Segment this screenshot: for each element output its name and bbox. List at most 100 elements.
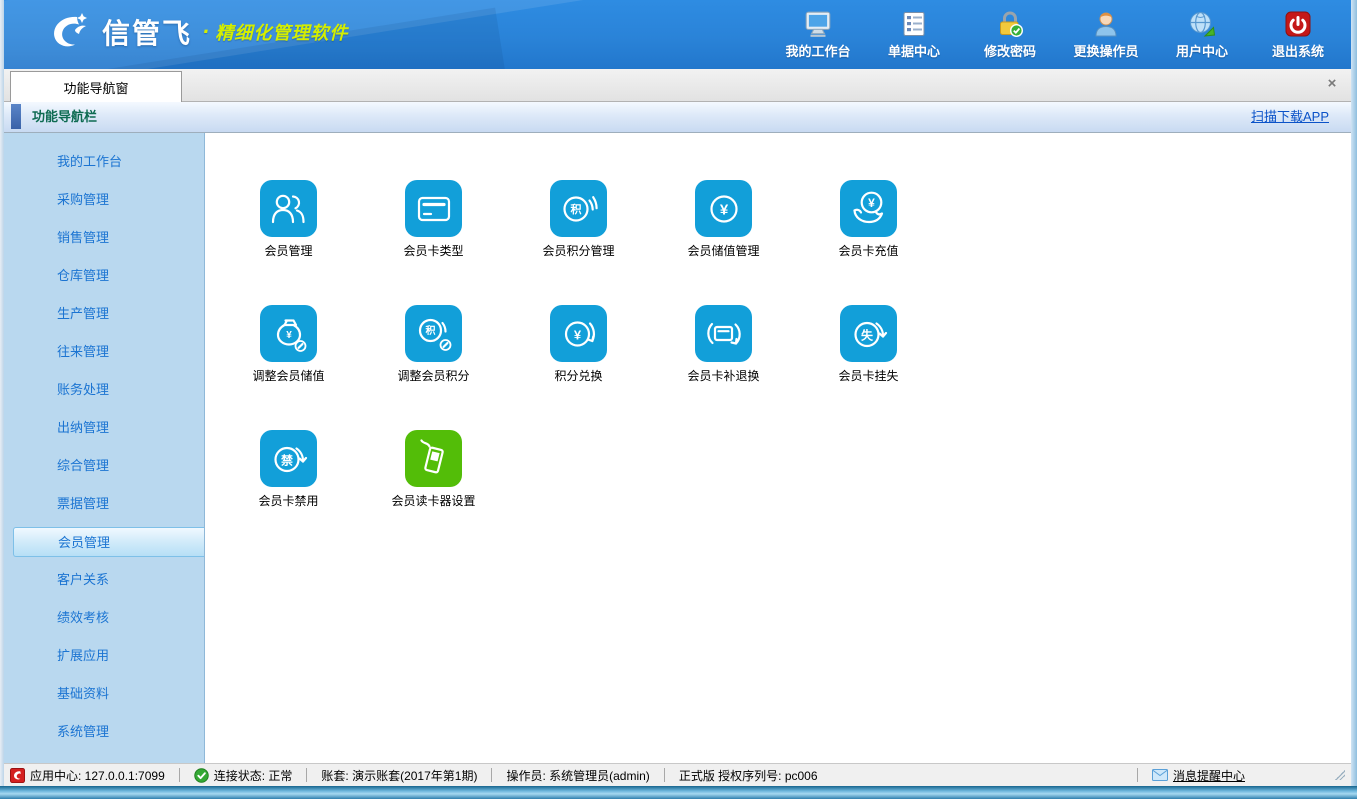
status-separator [1137,768,1138,782]
points-exchange-icon: ¥ [550,305,607,362]
grid-item-member-card-report-loss[interactable]: 失 会员卡挂失 [796,305,941,384]
message-center-link[interactable]: 消息提醒中心 [1173,767,1245,784]
card-disable-icon: 禁 [260,430,317,487]
grid-item-label: 会员卡充值 [838,242,898,259]
adjust-points-icon: 积 [405,305,462,362]
grid-item-label: 调整会员储值 [252,367,324,384]
status-operator: 操作员: 系统管理员(admin) [506,767,649,784]
sidebar-item-cashier[interactable]: 出纳管理 [4,413,204,443]
svg-text:积: 积 [425,323,435,336]
status-bar: 应用中心: 127.0.0.1:7099 连接状态: 正常 账套: 演示账套(2… [4,763,1351,786]
grid-item-label: 会员读卡器设置 [391,492,475,509]
sidebar-item-sales[interactable]: 销售管理 [4,223,204,253]
sidebar-item-transactions[interactable]: 往来管理 [4,337,204,367]
status-separator [306,768,307,782]
workstation-monitor-icon [803,8,833,38]
svg-text:¥: ¥ [573,327,581,342]
grid-item-member-points-management[interactable]: 积 会员积分管理 [506,180,651,259]
card-replace-icon [695,305,752,362]
toolbar-exit-system[interactable]: 退出系统 [1263,8,1333,60]
window-border-bottom [0,786,1357,799]
grid-item-adjust-member-stored-value[interactable]: ¥ 调整会员储值 [216,305,361,384]
sidebar-item-system[interactable]: 系统管理 [4,717,204,747]
svg-text:¥: ¥ [286,330,292,341]
stored-value-icon: ¥ [695,180,752,237]
member-card-icon [405,180,462,237]
toolbar-label: 我的工作台 [785,41,850,60]
card-loss-icon: 失 [840,305,897,362]
status-license: 正式版 授权序列号: pc006 [679,767,818,784]
status-separator [664,768,665,782]
grid-item-label: 会员卡禁用 [258,492,318,509]
status-license-text: 正式版 授权序列号: pc006 [679,767,818,784]
adjust-stored-value-icon: ¥ [260,305,317,362]
toolbar-label: 单据中心 [888,41,940,60]
grid-item-label: 会员管理 [264,242,312,259]
members-icon [260,180,317,237]
brand-separator: · [202,19,209,45]
toolbar-document-center[interactable]: 单据中心 [879,8,949,60]
toolbar-switch-operator[interactable]: 更换操作员 [1071,8,1141,60]
status-account-set-text: 账套: 演示账套(2017年第1期) [321,767,477,784]
nav-header: 功能导航栏 扫描下载APP [4,102,1351,133]
grid-item-member-card-disable[interactable]: 禁 会员卡禁用 [216,430,361,509]
brand-swoosh-icon [46,10,92,54]
sidebar-item-base-data[interactable]: 基础资料 [4,679,204,709]
brand-subtitle: 精细化管理软件 [215,19,348,45]
sidebar-item-invoices[interactable]: 票据管理 [4,489,204,519]
grid-item-member-card-recharge[interactable]: ¥ 会员卡充值 [796,180,941,259]
sidebar-item-comprehensive[interactable]: 综合管理 [4,451,204,481]
svg-text:失: 失 [860,327,873,342]
svg-text:¥: ¥ [719,201,728,218]
user-center-globe-icon [1188,8,1216,38]
brand-name: 信管飞 [102,12,192,52]
status-app-center-text: 应用中心: 127.0.0.1:7099 [30,767,165,784]
grid-item-member-card-reader-settings[interactable]: 会员读卡器设置 [361,430,506,509]
grid-item-member-card-replace[interactable]: 会员卡补退换 [651,305,796,384]
sidebar-item-membership[interactable]: 会员管理 [13,527,204,557]
card-recharge-icon: ¥ [840,180,897,237]
toolbar-my-workbench[interactable]: 我的工作台 [783,8,853,60]
main-content: 会员管理 会员卡类型 [205,133,1351,763]
sidebar-item-my-workbench[interactable]: 我的工作台 [4,147,204,177]
grid-row-1: 会员管理 会员卡类型 [216,180,1351,259]
top-toolbar: 我的工作台 单据中心 [783,8,1333,60]
grid-item-label: 积分兑换 [554,367,602,384]
status-account-set: 账套: 演示账套(2017年第1期) [321,767,477,784]
sidebar-item-performance[interactable]: 绩效考核 [4,603,204,633]
card-reader-icon [405,430,462,487]
grid-item-label: 会员卡挂失 [838,367,898,384]
svg-text:积: 积 [570,202,581,216]
sidebar-item-customer-relations[interactable]: 客户关系 [4,565,204,595]
toolbar-user-center[interactable]: 用户中心 [1167,8,1237,60]
svg-text:禁: 禁 [280,452,292,467]
app-logo-mini-icon [10,768,25,783]
toolbar-label: 用户中心 [1176,41,1228,60]
connection-ok-icon [194,768,209,783]
nav-accent-bar [11,104,21,129]
sidebar-item-extensions[interactable]: 扩展应用 [4,641,204,671]
grid-item-member-management[interactable]: 会员管理 [216,180,361,259]
status-connection: 连接状态: 正常 [194,767,293,784]
grid-item-member-stored-value-management[interactable]: ¥ 会员储值管理 [651,180,796,259]
switch-operator-icon [1092,8,1120,38]
grid-item-member-card-type[interactable]: 会员卡类型 [361,180,506,259]
grid-item-label: 会员积分管理 [542,242,614,259]
documents-icon [900,8,928,38]
sidebar-item-warehouse[interactable]: 仓库管理 [4,261,204,291]
grid-item-adjust-member-points[interactable]: 积 调整会员积分 [361,305,506,384]
tab-function-navigator[interactable]: 功能导航窗 [10,71,182,102]
resize-grip[interactable] [1335,770,1345,780]
grid-item-label: 会员储值管理 [687,242,759,259]
sidebar-item-purchasing[interactable]: 采购管理 [4,185,204,215]
toolbar-change-password[interactable]: 修改密码 [975,8,1045,60]
close-icon[interactable]: × [1323,75,1341,93]
status-app-center: 应用中心: 127.0.0.1:7099 [10,767,165,784]
status-message-center[interactable]: 消息提醒中心 [1152,767,1245,784]
grid-row-2: ¥ 调整会员储值 积 [216,305,1351,384]
grid-item-points-exchange[interactable]: ¥ 积分兑换 [506,305,651,384]
sidebar-item-production[interactable]: 生产管理 [4,299,204,329]
sidebar-item-accounting[interactable]: 账务处理 [4,375,204,405]
power-exit-icon [1284,8,1312,38]
scan-download-app-link[interactable]: 扫描下载APP [1251,102,1329,132]
